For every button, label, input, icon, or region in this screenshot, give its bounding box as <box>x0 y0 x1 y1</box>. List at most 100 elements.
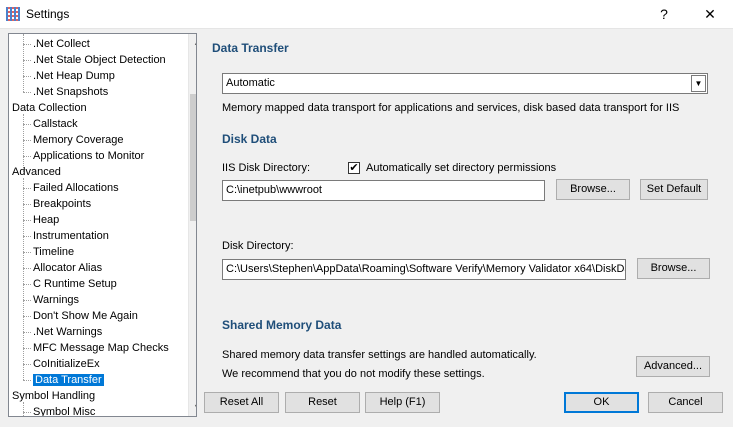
app-icon <box>6 7 20 21</box>
tree-item-label: Applications to Monitor <box>33 150 145 162</box>
tree-connector <box>23 380 31 381</box>
tree-item[interactable]: Advanced <box>12 164 61 180</box>
ok-button[interactable]: OK <box>564 392 639 413</box>
tree-connector <box>23 92 31 93</box>
shared-memory-info-line1: Shared memory data transfer settings are… <box>222 349 537 361</box>
tree-item[interactable]: MFC Message Map Checks <box>23 340 169 356</box>
advanced-button[interactable]: Advanced... <box>636 356 710 377</box>
reset-button[interactable]: Reset <box>285 392 360 413</box>
auto-permissions-checkbox[interactable]: ✔ <box>348 162 360 174</box>
tree-item-label: Warnings <box>33 294 80 306</box>
tree-item[interactable]: .Net Warnings <box>23 324 103 340</box>
tree-item-label: CoInitializeEx <box>33 358 100 370</box>
disk-directory-field[interactable]: C:\Users\Stephen\AppData\Roaming\Softwar… <box>222 259 626 280</box>
reset-all-button[interactable]: Reset All <box>204 392 279 413</box>
tree-item[interactable]: .Net Stale Object Detection <box>23 52 166 68</box>
tree-item-label: Memory Coverage <box>33 134 124 146</box>
tree-item[interactable]: C Runtime Setup <box>23 276 117 292</box>
tree-item-label: Breakpoints <box>33 198 92 210</box>
help-f1-button[interactable]: Help (F1) <box>365 392 440 413</box>
shared-memory-info-line2: We recommend that you do not modify thes… <box>222 368 485 380</box>
tree-item-label: Heap <box>33 214 60 226</box>
tree-guide-line <box>23 178 24 380</box>
shared-memory-heading: Shared Memory Data <box>222 318 342 332</box>
close-button[interactable]: ✕ <box>693 2 727 26</box>
tree-item[interactable]: .Net Collect <box>23 36 90 52</box>
tree-item[interactable]: .Net Heap Dump <box>23 68 115 84</box>
tree-item-label: .Net Warnings <box>33 326 103 338</box>
tree-connector <box>23 156 31 157</box>
tree-connector <box>23 348 31 349</box>
tree-item[interactable]: Warnings <box>23 292 80 308</box>
tree-item[interactable]: Don't Show Me Again <box>23 308 138 324</box>
tree-connector <box>23 364 31 365</box>
tree-item[interactable]: Symbol Misc <box>23 404 96 417</box>
tree-item-label: Data Transfer <box>33 374 104 386</box>
disk-data-heading: Disk Data <box>222 132 277 146</box>
tree-connector <box>23 220 31 221</box>
tree-connector <box>23 204 31 205</box>
tree-connector <box>23 140 31 141</box>
tree-item-label: Instrumentation <box>33 230 109 242</box>
auto-permissions-label: Automatically set directory permissions <box>366 162 557 174</box>
disk-directory-label: Disk Directory: <box>222 240 294 252</box>
scroll-thumb[interactable] <box>190 94 196 221</box>
data-transfer-heading: Data Transfer <box>212 41 289 55</box>
tree-guide-line <box>23 34 24 92</box>
tree-connector <box>23 284 31 285</box>
tree-item[interactable]: Memory Coverage <box>23 132 124 148</box>
tree-item[interactable]: Failed Allocations <box>23 180 119 196</box>
tree-connector <box>23 188 31 189</box>
tree-item[interactable]: Breakpoints <box>23 196 92 212</box>
settings-tree[interactable]: .Net Collect .Net Stale Object Detection.… <box>8 33 197 417</box>
tree-connector <box>23 252 31 253</box>
tree-item-label: .Net Heap Dump <box>33 70 115 82</box>
tree-item-label: Data Collection <box>12 102 87 114</box>
chevron-down-icon[interactable]: ▼ <box>691 75 706 92</box>
tree-scrollbar[interactable]: ▲ ▼ <box>188 34 196 416</box>
tree-item[interactable]: Data Transfer <box>23 372 104 388</box>
scroll-up-arrow-icon[interactable]: ▲ <box>189 34 196 51</box>
tree-item-label: Advanced <box>12 166 61 178</box>
help-button[interactable]: ? <box>649 2 679 26</box>
tree-item[interactable]: Data Collection <box>12 100 87 116</box>
transfer-mode-value: Automatic <box>226 77 275 89</box>
tree-item-label: .Net Collect <box>33 38 90 50</box>
iis-directory-label: IIS Disk Directory: <box>222 162 311 174</box>
iis-directory-field[interactable]: C:\inetpub\wwwroot <box>222 180 545 201</box>
tree-connector <box>23 316 31 317</box>
tree-item-label: C Runtime Setup <box>33 278 117 290</box>
window-title: Settings <box>26 7 70 21</box>
scroll-down-arrow-icon[interactable]: ▼ <box>189 399 196 416</box>
tree-connector <box>23 44 31 45</box>
tree-item[interactable]: Applications to Monitor <box>23 148 145 164</box>
tree-item-label: Callstack <box>33 118 78 130</box>
tree-connector <box>23 300 31 301</box>
tree-connector <box>23 124 31 125</box>
tree-item-label: Don't Show Me Again <box>33 310 138 322</box>
tree-item-label: MFC Message Map Checks <box>33 342 169 354</box>
tree-item-label: .Net Stale Object Detection <box>33 54 166 66</box>
tree-item[interactable]: CoInitializeEx <box>23 356 100 372</box>
cancel-button[interactable]: Cancel <box>648 392 723 413</box>
tree-item[interactable]: Instrumentation <box>23 228 109 244</box>
tree-item-label: Timeline <box>33 246 75 258</box>
tree-item[interactable]: Heap <box>23 212 60 228</box>
tree-item[interactable]: Callstack <box>23 116 78 132</box>
tree-connector <box>23 60 31 61</box>
iis-browse-button[interactable]: Browse... <box>556 179 630 200</box>
tree-item-label: Failed Allocations <box>33 182 119 194</box>
tree-item[interactable]: Symbol Handling <box>12 388 95 404</box>
transfer-description: Memory mapped data transport for applica… <box>222 102 680 114</box>
transfer-mode-select[interactable]: Automatic ▼ <box>222 73 708 94</box>
tree-item-label: Symbol Misc <box>33 406 96 417</box>
disk-browse-button[interactable]: Browse... <box>637 258 710 279</box>
tree-item-label: .Net Snapshots <box>33 86 109 98</box>
tree-connector <box>23 332 31 333</box>
tree-item[interactable]: .Net Snapshots <box>23 84 109 100</box>
set-default-button[interactable]: Set Default <box>640 179 708 200</box>
tree-connector <box>23 236 31 237</box>
tree-item[interactable]: Allocator Alias <box>23 260 102 276</box>
tree-item[interactable]: Timeline <box>23 244 75 260</box>
tree-guide-line <box>23 402 24 416</box>
